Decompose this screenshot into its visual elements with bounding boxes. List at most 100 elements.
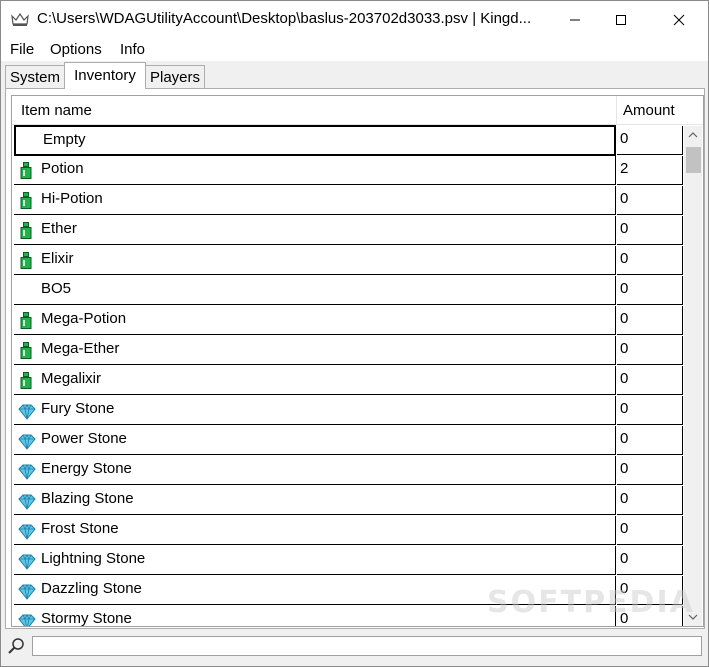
table-row[interactable]: Stormy Stone 0 bbox=[12, 606, 683, 627]
vertical-scrollbar[interactable] bbox=[684, 126, 702, 626]
item-amount: 0 bbox=[620, 340, 629, 357]
tab-inventory[interactable]: Inventory bbox=[64, 62, 146, 89]
chevron-down-icon bbox=[688, 614, 698, 620]
item-name-cell[interactable]: Megalixir bbox=[14, 366, 616, 395]
tab-strip: System Inventory Players bbox=[1, 61, 708, 89]
column-divider[interactable] bbox=[616, 96, 617, 124]
table-row[interactable]: Ether 0 bbox=[12, 216, 683, 246]
item-amount-cell[interactable]: 0 bbox=[617, 576, 683, 605]
table-row[interactable]: BO5 0 bbox=[12, 276, 683, 306]
item-name-cell[interactable]: Dazzling Stone bbox=[14, 576, 616, 605]
item-amount-cell[interactable]: 0 bbox=[617, 486, 683, 515]
item-name-cell[interactable]: Hi-Potion bbox=[14, 186, 616, 215]
table-row[interactable]: Elixir 0 bbox=[12, 246, 683, 276]
table-row[interactable]: Megalixir 0 bbox=[12, 366, 683, 396]
inventory-grid[interactable]: Item name Amount Empty 0 Potion 2 Hi-Potion 0… bbox=[11, 95, 704, 627]
title-bar[interactable]: C:\Users\WDAGUtilityAccount\Desktop\basl… bbox=[1, 1, 708, 39]
item-amount: 2 bbox=[620, 160, 629, 177]
item-name: Mega-Ether bbox=[41, 340, 120, 357]
item-amount-cell[interactable]: 0 bbox=[617, 516, 683, 545]
table-row[interactable]: Dazzling Stone 0 bbox=[12, 576, 683, 606]
table-row[interactable]: Fury Stone 0 bbox=[12, 396, 683, 426]
item-amount-cell[interactable]: 0 bbox=[617, 396, 683, 425]
item-name: Stormy Stone bbox=[41, 610, 132, 627]
item-amount: 0 bbox=[620, 220, 629, 237]
table-row[interactable]: Mega-Potion 0 bbox=[12, 306, 683, 336]
item-name: Empty bbox=[43, 131, 86, 148]
column-header-item-name[interactable]: Item name bbox=[21, 102, 92, 119]
menu-info[interactable]: Info bbox=[120, 41, 145, 58]
maximize-button[interactable] bbox=[598, 1, 644, 39]
item-name-cell[interactable]: Ether bbox=[14, 216, 616, 245]
scroll-down-button[interactable] bbox=[684, 608, 702, 626]
bottle-icon bbox=[20, 312, 32, 329]
item-name: Potion bbox=[41, 160, 84, 177]
item-name: Dazzling Stone bbox=[41, 580, 142, 597]
item-amount-cell[interactable]: 0 bbox=[617, 606, 683, 626]
item-name: Hi-Potion bbox=[41, 190, 103, 207]
item-name-cell[interactable]: Power Stone bbox=[14, 426, 616, 455]
item-amount-cell[interactable]: 0 bbox=[617, 546, 683, 575]
item-amount-cell[interactable]: 0 bbox=[617, 126, 683, 155]
table-row[interactable]: Mega-Ether 0 bbox=[12, 336, 683, 366]
grid-header: Item name Amount bbox=[12, 96, 703, 125]
search-input[interactable] bbox=[32, 636, 702, 656]
bottle-icon bbox=[20, 342, 32, 359]
gem-icon bbox=[18, 614, 36, 626]
item-amount: 0 bbox=[620, 190, 629, 207]
item-name: Elixir bbox=[41, 250, 74, 267]
item-name-cell[interactable]: Empty bbox=[14, 125, 616, 156]
item-amount-cell[interactable]: 0 bbox=[617, 366, 683, 395]
item-name-cell[interactable]: BO5 bbox=[14, 276, 616, 305]
minimize-button[interactable] bbox=[552, 1, 598, 39]
item-amount-cell[interactable]: 0 bbox=[617, 426, 683, 455]
item-amount: 0 bbox=[620, 430, 629, 447]
item-name-cell[interactable]: Fury Stone bbox=[14, 396, 616, 425]
table-row[interactable]: Empty 0 bbox=[12, 125, 683, 156]
item-name-cell[interactable]: Potion bbox=[14, 156, 616, 185]
item-name: Energy Stone bbox=[41, 460, 132, 477]
item-amount-cell[interactable]: 0 bbox=[617, 216, 683, 245]
gem-icon bbox=[18, 584, 36, 600]
item-name: Lightning Stone bbox=[41, 550, 146, 567]
table-row[interactable]: Power Stone 0 bbox=[12, 426, 683, 456]
tab-system[interactable]: System bbox=[5, 65, 65, 88]
item-name-cell[interactable]: Blazing Stone bbox=[14, 486, 616, 515]
table-row[interactable]: Hi-Potion 0 bbox=[12, 186, 683, 216]
close-button[interactable] bbox=[656, 1, 702, 39]
gem-icon bbox=[18, 524, 36, 540]
close-icon bbox=[673, 14, 685, 26]
bottle-icon bbox=[20, 192, 32, 209]
item-name: Blazing Stone bbox=[41, 490, 134, 507]
table-row[interactable]: Blazing Stone 0 bbox=[12, 486, 683, 516]
menu-file[interactable]: File bbox=[10, 41, 34, 58]
item-amount: 0 bbox=[620, 310, 629, 327]
item-name-cell[interactable]: Elixir bbox=[14, 246, 616, 275]
item-amount-cell[interactable]: 0 bbox=[617, 246, 683, 275]
item-amount-cell[interactable]: 0 bbox=[617, 456, 683, 485]
item-amount-cell[interactable]: 0 bbox=[617, 306, 683, 335]
app-window: C:\Users\WDAGUtilityAccount\Desktop\basl… bbox=[0, 0, 709, 667]
item-name-cell[interactable]: Lightning Stone bbox=[14, 546, 616, 575]
window-title: C:\Users\WDAGUtilityAccount\Desktop\basl… bbox=[37, 10, 532, 27]
item-name-cell[interactable]: Mega-Ether bbox=[14, 336, 616, 365]
table-row[interactable]: Frost Stone 0 bbox=[12, 516, 683, 546]
table-row[interactable]: Lightning Stone 0 bbox=[12, 546, 683, 576]
item-amount: 0 bbox=[620, 130, 629, 147]
item-amount-cell[interactable]: 2 bbox=[617, 156, 683, 185]
column-header-amount[interactable]: Amount bbox=[623, 102, 675, 119]
table-row[interactable]: Energy Stone 0 bbox=[12, 456, 683, 486]
item-name: Mega-Potion bbox=[41, 310, 127, 327]
item-name-cell[interactable]: Frost Stone bbox=[14, 516, 616, 545]
item-name-cell[interactable]: Stormy Stone bbox=[14, 606, 616, 627]
item-amount-cell[interactable]: 0 bbox=[617, 276, 683, 305]
scroll-up-button[interactable] bbox=[684, 126, 702, 144]
item-name-cell[interactable]: Energy Stone bbox=[14, 456, 616, 485]
item-amount-cell[interactable]: 0 bbox=[617, 336, 683, 365]
item-name-cell[interactable]: Mega-Potion bbox=[14, 306, 616, 335]
menu-options[interactable]: Options bbox=[50, 41, 102, 58]
table-row[interactable]: Potion 2 bbox=[12, 156, 683, 186]
scrollbar-thumb[interactable] bbox=[686, 147, 701, 173]
item-amount-cell[interactable]: 0 bbox=[617, 186, 683, 215]
tab-players[interactable]: Players bbox=[145, 65, 205, 88]
